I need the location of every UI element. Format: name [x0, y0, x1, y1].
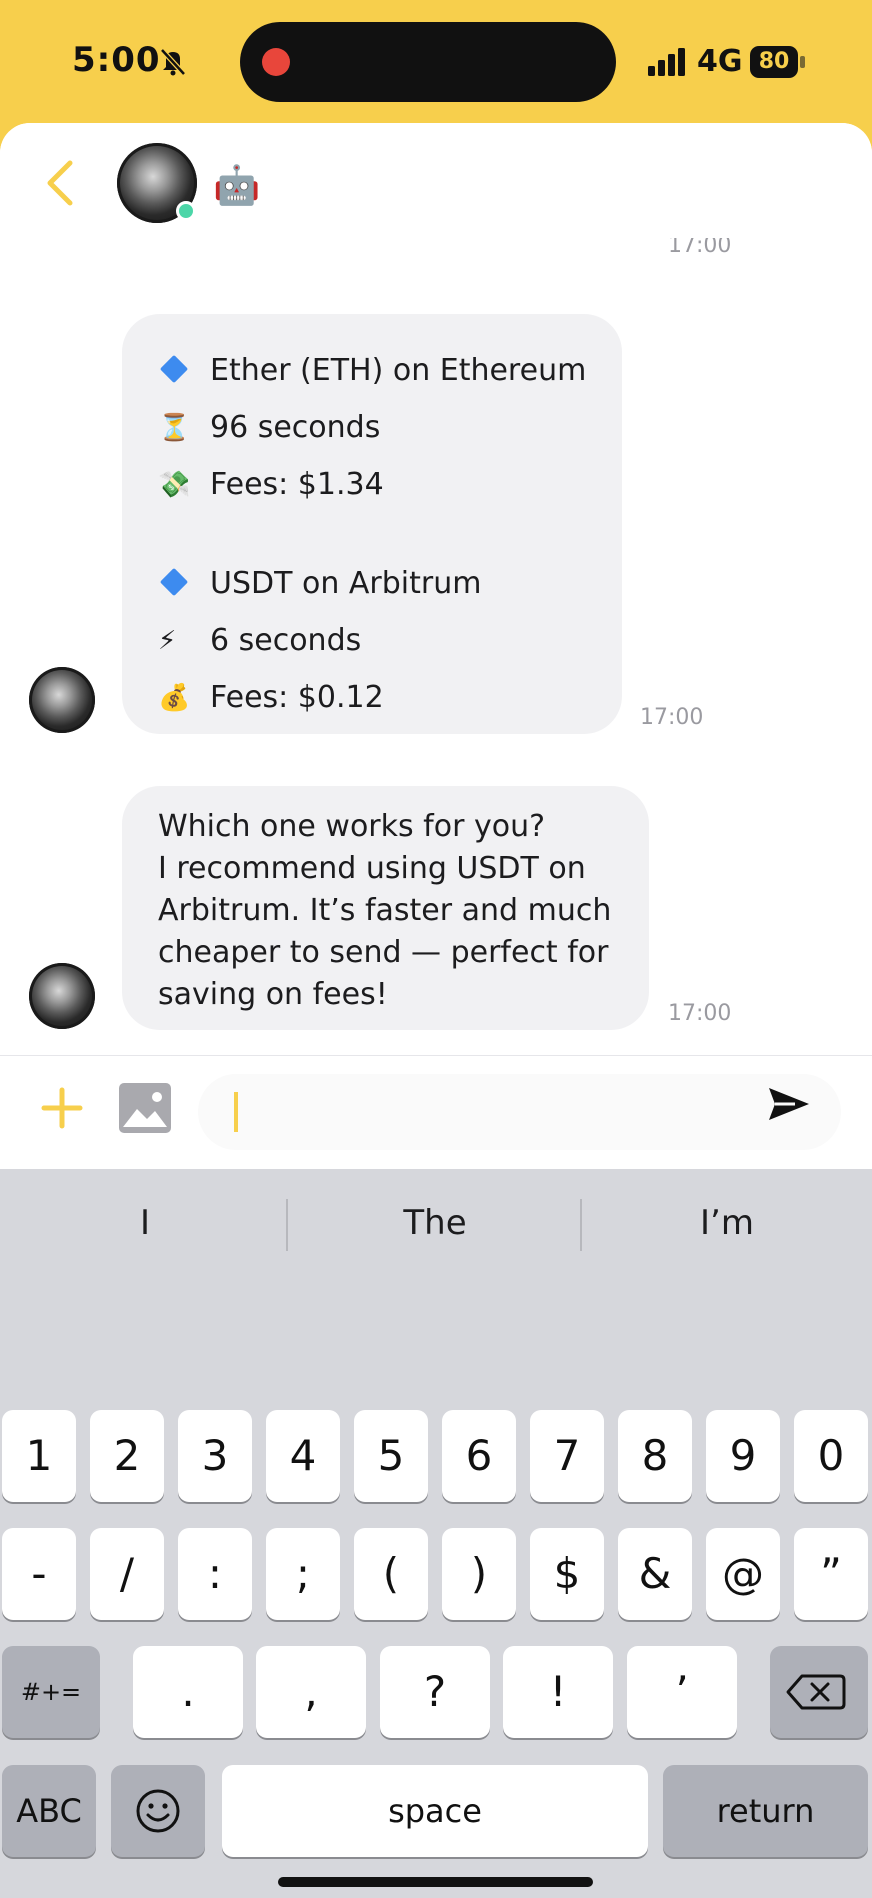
option-line: ⏳ 96 seconds: [158, 399, 622, 456]
chat-screen: 17:00 Ether (ETH) on Ethereum ⏳ 96 secon…: [0, 123, 872, 1898]
option-text: Ether (ETH) on Ethereum: [210, 353, 587, 388]
option-text: Fees: $1.34: [210, 467, 384, 502]
screen-recording-icon: [262, 48, 290, 76]
key-quote[interactable]: ”: [794, 1528, 868, 1620]
message-line: Arbitrum. It’s faster and much: [158, 893, 612, 928]
money-bag-icon: 💰: [158, 682, 191, 713]
backspace-icon: [786, 1674, 846, 1710]
message-timestamp: 17:00: [640, 705, 704, 730]
key-comma[interactable]: ,: [256, 1646, 366, 1738]
battery-nub: [800, 56, 805, 68]
online-status-dot: [176, 201, 196, 221]
bell-slash-icon: [160, 48, 186, 76]
robot-icon: 🤖: [213, 163, 261, 207]
hourglass-icon: ⏳: [158, 412, 191, 443]
key-dollar[interactable]: $: [530, 1528, 604, 1620]
blue-diamond-icon: [158, 354, 210, 386]
signal-bars-icon: [648, 48, 685, 76]
key-ampersand[interactable]: &: [618, 1528, 692, 1620]
return-key[interactable]: return: [663, 1765, 868, 1857]
send-icon[interactable]: [765, 1084, 811, 1124]
battery-icon: 80: [750, 46, 798, 78]
key-abc[interactable]: ABC: [2, 1765, 96, 1857]
message-line: Which one works for you?: [158, 809, 546, 844]
option-line: ⚡ 6 seconds: [158, 612, 622, 669]
message-timestamp: 17:00: [668, 1001, 732, 1026]
avatar[interactable]: [29, 963, 95, 1029]
key-symbols[interactable]: #+=: [2, 1646, 100, 1738]
key-close-paren[interactable]: ): [442, 1528, 516, 1620]
composer-bar: [0, 1055, 872, 1168]
plus-icon[interactable]: [40, 1086, 84, 1130]
emoji-key[interactable]: [111, 1765, 205, 1857]
predictive-bar: I The I’m: [0, 1169, 872, 1274]
dynamic-island: [240, 22, 616, 102]
option-text: USDT on Arbitrum: [210, 566, 482, 601]
key-semicolon[interactable]: ;: [266, 1528, 340, 1620]
option-line: 💸 Fees: $1.34: [158, 456, 622, 513]
avatar[interactable]: [29, 667, 95, 733]
home-indicator[interactable]: [278, 1877, 593, 1887]
space-key[interactable]: space: [222, 1765, 648, 1857]
key-7[interactable]: 7: [530, 1410, 604, 1502]
option-line: Ether (ETH) on Ethereum: [158, 342, 622, 399]
message-line: saving on fees!: [158, 977, 388, 1012]
key-3[interactable]: 3: [178, 1410, 252, 1502]
key-9[interactable]: 9: [706, 1410, 780, 1502]
keyboard: I The I’m 1 2 3 4 5 6 7 8 9 0 - / : ; ( …: [0, 1169, 872, 1898]
message-input[interactable]: [198, 1074, 841, 1150]
backspace-key[interactable]: [770, 1646, 868, 1738]
key-1[interactable]: 1: [2, 1410, 76, 1502]
message-bubble-options: Ether (ETH) on Ethereum ⏳ 96 seconds 💸 F…: [122, 314, 622, 734]
message-list[interactable]: 17:00 Ether (ETH) on Ethereum ⏳ 96 secon…: [0, 123, 872, 1056]
divider: [286, 1199, 288, 1251]
lightning-icon: ⚡: [158, 625, 177, 656]
suggestion-3[interactable]: I’m: [582, 1195, 872, 1251]
option-text: 96 seconds: [210, 410, 381, 445]
emoji-icon: [136, 1789, 180, 1833]
key-8[interactable]: 8: [618, 1410, 692, 1502]
status-bar: 5:00 4G 80: [0, 0, 872, 125]
suggestion-2[interactable]: The: [290, 1195, 580, 1251]
key-period[interactable]: .: [133, 1646, 243, 1738]
key-at[interactable]: @: [706, 1528, 780, 1620]
key-4[interactable]: 4: [266, 1410, 340, 1502]
key-question[interactable]: ?: [380, 1646, 490, 1738]
key-2[interactable]: 2: [90, 1410, 164, 1502]
key-0[interactable]: 0: [794, 1410, 868, 1502]
key-slash[interactable]: /: [90, 1528, 164, 1620]
key-exclamation[interactable]: !: [503, 1646, 613, 1738]
text-caret: [234, 1092, 238, 1132]
chat-header: 🤖: [0, 123, 872, 238]
money-wings-icon: 💸: [158, 469, 191, 500]
option-line: USDT on Arbitrum: [158, 555, 622, 612]
suggestion-1[interactable]: I: [0, 1195, 290, 1251]
option-text: Fees: $0.12: [210, 680, 384, 715]
image-icon[interactable]: [119, 1083, 171, 1133]
option-line: 💰 Fees: $0.12: [158, 669, 622, 726]
message-bubble-recommendation: Which one works for you? I recommend usi…: [122, 786, 649, 1030]
status-time: 5:00: [72, 40, 161, 80]
key-hyphen[interactable]: -: [2, 1528, 76, 1620]
option-text: 6 seconds: [210, 623, 362, 658]
key-colon[interactable]: :: [178, 1528, 252, 1620]
key-apostrophe[interactable]: ’: [627, 1646, 737, 1738]
network-type: 4G: [697, 44, 743, 79]
key-6[interactable]: 6: [442, 1410, 516, 1502]
blue-diamond-icon: [158, 567, 210, 599]
key-open-paren[interactable]: (: [354, 1528, 428, 1620]
message-line: I recommend using USDT on: [158, 851, 586, 886]
key-5[interactable]: 5: [354, 1410, 428, 1502]
message-line: cheaper to send — perfect for: [158, 935, 609, 970]
chevron-left-icon[interactable]: [40, 155, 80, 211]
